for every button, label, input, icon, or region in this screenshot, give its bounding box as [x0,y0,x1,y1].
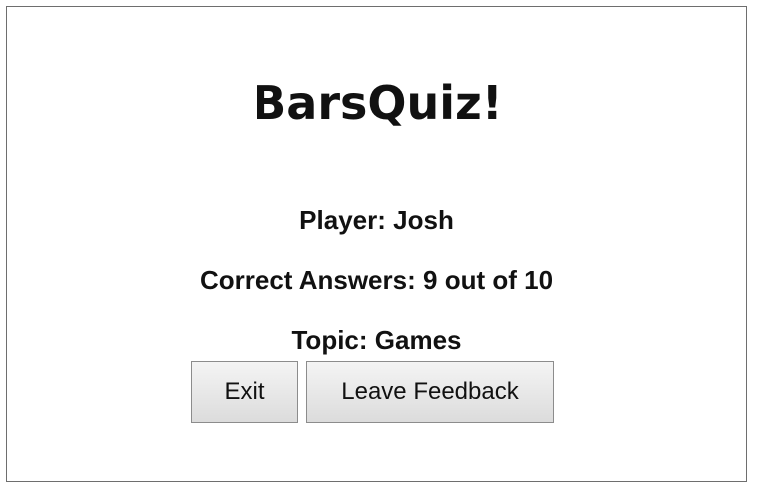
topic-line: Topic: Games [7,325,746,355]
logo-text: BarsQuiz! [257,79,497,129]
player-label: Player: [299,205,386,235]
exit-button[interactable]: Exit [191,361,298,423]
correct-count: 9 [422,265,438,295]
player-line: Player: Josh [7,205,746,235]
player-name: Josh [393,205,454,235]
topic-name: Games [374,325,462,355]
correct-answers-line: Correct Answers: 9 out of 10 [7,265,746,295]
app-logo: BarsQuiz! [7,79,746,129]
total-questions: 10 [524,265,554,295]
out-of-text: out of [444,265,517,295]
correct-answers-label: Correct Answers: [199,265,416,295]
leave-feedback-button[interactable]: Leave Feedback [306,361,554,423]
logo-graphic: BarsQuiz! [257,79,497,129]
topic-label: Topic: [291,325,368,355]
